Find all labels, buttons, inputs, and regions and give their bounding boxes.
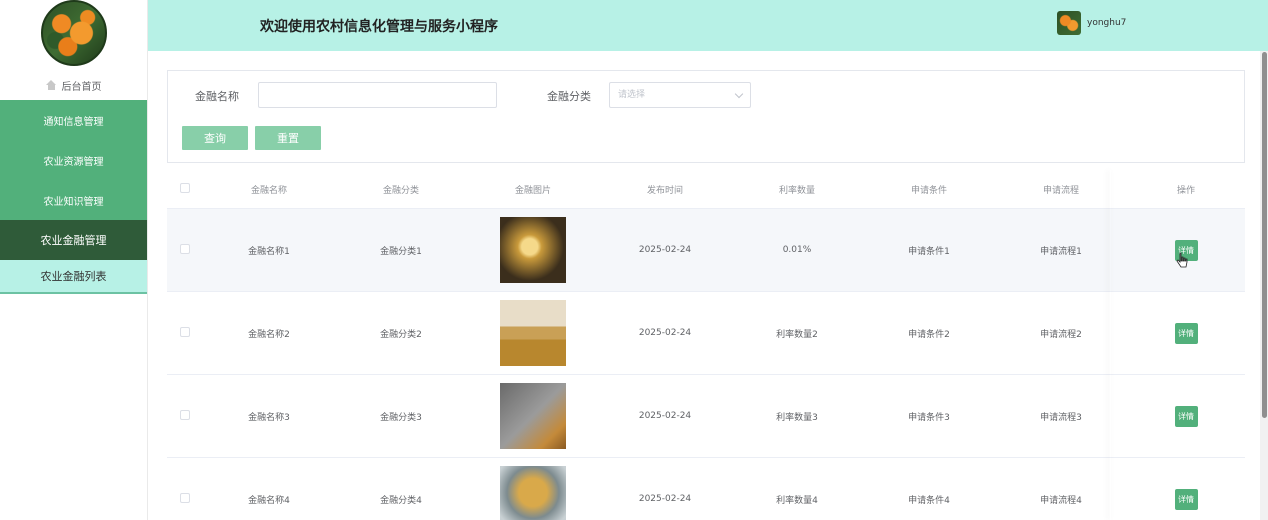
column-header: 申请流程	[1042, 185, 1079, 196]
select-all-checkbox[interactable]	[180, 182, 190, 193]
cell-condition: 申请条件2	[908, 329, 950, 340]
cell-process: 申请流程3	[1040, 412, 1082, 423]
app-logo	[40, 0, 107, 66]
cell-condition: 申请条件4	[908, 495, 950, 506]
cell-time: 2025-02-24	[638, 411, 692, 421]
column-header: 发布时间	[646, 185, 683, 196]
table-header: 金融名称 金融分类 金融图片 发布时间 利率数量 申请条件 申请流程 操作	[167, 170, 1245, 209]
finance-image	[500, 217, 566, 283]
sidebar-item-knowledge[interactable]: 农业知识管理	[0, 180, 147, 220]
row-checkbox[interactable]	[180, 326, 190, 337]
row-checkbox[interactable]	[180, 409, 190, 420]
cell-rate: 利率数量2	[776, 329, 818, 340]
category-placeholder: 请选择	[618, 90, 646, 100]
chevron-down-icon	[734, 89, 744, 99]
detail-button[interactable]: 详情	[1174, 322, 1198, 344]
sidebar-item-label: 农业知识管理	[43, 196, 104, 208]
username: yonghu7	[1087, 18, 1127, 28]
cell-category: 金融分类4	[380, 495, 422, 506]
cell-name: 金融名称3	[248, 412, 290, 423]
cell-time: 2025-02-24	[638, 245, 692, 255]
user-menu[interactable]: yonghu7	[1057, 11, 1126, 35]
finance-image	[500, 466, 566, 520]
sidebar-item-label: 农业资源管理	[43, 156, 104, 168]
column-header: 金融名称	[250, 185, 287, 196]
sidebar-item-label: 农业金融管理	[40, 234, 107, 247]
name-label: 金融名称	[195, 90, 239, 103]
finance-table: 金融名称 金融分类 金融图片 发布时间 利率数量 申请条件 申请流程 操作 金融…	[167, 170, 1245, 520]
cell-process: 申请流程1	[1040, 246, 1082, 257]
page-title: 欢迎使用农村信息化管理与服务小程序	[260, 19, 498, 35]
detail-button[interactable]: 详情	[1174, 488, 1198, 510]
cell-time: 2025-02-24	[638, 494, 692, 504]
column-header: 申请条件	[910, 185, 947, 196]
row-checkbox[interactable]	[180, 492, 190, 503]
column-header: 金融分类	[382, 185, 419, 196]
column-header: 金融图片	[514, 185, 551, 196]
avatar	[1057, 11, 1081, 35]
reset-button[interactable]: 重置	[255, 126, 321, 150]
cell-condition: 申请条件3	[908, 412, 950, 423]
top-header: 欢迎使用农村信息化管理与服务小程序 yonghu7	[148, 0, 1268, 51]
cell-process: 申请流程2	[1040, 329, 1082, 340]
sidebar-item-notice[interactable]: 通知信息管理	[0, 100, 147, 140]
detail-button[interactable]: 详情	[1174, 405, 1198, 427]
category-label: 金融分类	[547, 90, 591, 103]
search-panel: 金融名称 金融分类 请选择 查询 重置	[167, 70, 1245, 163]
cell-category: 金融分类2	[380, 329, 422, 340]
sidebar-item-finance[interactable]: 农业金融管理	[0, 220, 147, 260]
sidebar-item-label: 通知信息管理	[43, 116, 104, 128]
finance-image	[500, 383, 566, 449]
category-select[interactable]: 请选择	[609, 82, 751, 108]
sidebar-subitem-finance-list[interactable]: 农业金融列表	[0, 260, 147, 294]
logo-area	[0, 0, 147, 70]
column-header: 利率数量	[778, 185, 815, 196]
cell-category: 金融分类1	[380, 246, 422, 257]
sidebar-subitem-label: 农业金融列表	[40, 270, 107, 283]
cell-process: 申请流程4	[1040, 495, 1082, 506]
name-input[interactable]	[258, 82, 497, 108]
cell-time: 2025-02-24	[638, 328, 692, 338]
scrollbar-thumb[interactable]	[1262, 52, 1267, 418]
sidebar-item-resource[interactable]: 农业资源管理	[0, 140, 147, 180]
fixed-column-shadow	[1110, 170, 1111, 520]
cell-rate: 0.01%	[782, 245, 812, 255]
column-header: 操作	[1176, 185, 1195, 196]
home-label: 后台首页	[61, 81, 102, 93]
query-button[interactable]: 查询	[182, 126, 248, 150]
table-row[interactable]: 金融名称2 金融分类2 2025-02-24 利率数量2 申请条件2 申请流程2…	[167, 292, 1245, 375]
hand-cursor-icon	[1176, 252, 1188, 268]
sidebar-menu: 通知信息管理 农业资源管理 农业知识管理 农业金融管理 农业金融列表	[0, 100, 147, 294]
table-row[interactable]: 金融名称1 金融分类1 2025-02-24 0.01% 申请条件1 申请流程1…	[167, 209, 1245, 292]
finance-image	[500, 300, 566, 366]
cell-rate: 利率数量3	[776, 412, 818, 423]
home-link[interactable]: 后台首页	[0, 70, 147, 100]
cell-name: 金融名称1	[248, 246, 290, 257]
table-row[interactable]: 金融名称4 金融分类4 2025-02-24 利率数量4 申请条件4 申请流程4…	[167, 458, 1245, 520]
home-icon	[45, 80, 57, 90]
cell-name: 金融名称4	[248, 495, 290, 506]
cell-condition: 申请条件1	[908, 246, 950, 257]
table-row[interactable]: 金融名称3 金融分类3 2025-02-24 利率数量3 申请条件3 申请流程3…	[167, 375, 1245, 458]
cell-name: 金融名称2	[248, 329, 290, 340]
cell-rate: 利率数量4	[776, 495, 818, 506]
row-checkbox[interactable]	[180, 243, 190, 254]
sidebar: 后台首页 通知信息管理 农业资源管理 农业知识管理 农业金融管理 农业金融列表	[0, 0, 148, 520]
cell-category: 金融分类3	[380, 412, 422, 423]
